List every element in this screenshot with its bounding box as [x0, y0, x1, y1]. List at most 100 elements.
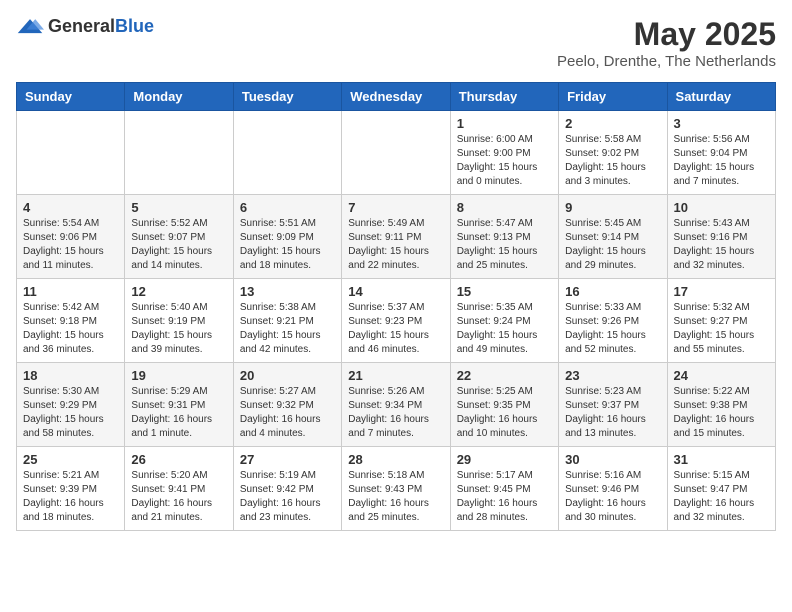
- calendar-cell: 7Sunrise: 5:49 AM Sunset: 9:11 PM Daylig…: [342, 195, 450, 279]
- weekday-header-monday: Monday: [125, 83, 233, 111]
- calendar-cell: 13 Sunrise: 5:38 AM Sunset: 9:21 PM Dayli…: [233, 279, 341, 363]
- day-number: 7: [348, 200, 443, 215]
- calendar-cell: 28 Sunrise: 5:18 AM Sunset: 9:43 PM Dayli…: [342, 447, 450, 531]
- calendar-cell: 17 Sunrise: 5:32 AM Sunset: 9:27 PM Dayli…: [667, 279, 775, 363]
- day-info: Sunrise: 5:29 AM Sunset: 9:31 PM Dayligh…: [131, 385, 226, 441]
- calendar-cell: 29 Sunrise: 5:17 AM Sunset: 9:45 PM Dayli…: [450, 447, 558, 531]
- day-info: Sunrise: 5:27 AM Sunset: 9:32 PM Dayligh…: [240, 385, 335, 441]
- calendar-cell: 21Sunrise: 5:26 AM Sunset: 9:34 PM Dayli…: [342, 363, 450, 447]
- calendar-cell: 2Sunrise: 5:58 AM Sunset: 9:02 PM Daylig…: [559, 111, 667, 195]
- page-header: GeneralBlue May 2025 Peelo, Drenthe, The…: [16, 16, 776, 70]
- calendar-cell: 26 Sunrise: 5:20 AM Sunset: 9:41 PM Dayli…: [125, 447, 233, 531]
- day-number: 24: [674, 368, 769, 383]
- day-number: 14: [348, 284, 443, 299]
- day-info: Sunrise: 5:20 AM Sunset: 9:41 PM Dayligh…: [131, 469, 226, 525]
- week-row-2: 4Sunrise: 5:54 AM Sunset: 9:06 PM Daylig…: [17, 195, 776, 279]
- calendar-cell: 23Sunrise: 5:23 AM Sunset: 9:37 PM Dayli…: [559, 363, 667, 447]
- day-number: 12: [131, 284, 226, 299]
- calendar-cell: 24 Sunrise: 5:22 AM Sunset: 9:38 PM Dayli…: [667, 363, 775, 447]
- day-info: Sunrise: 5:33 AM Sunset: 9:26 PM Dayligh…: [565, 301, 660, 357]
- day-number: 31: [674, 452, 769, 467]
- calendar-cell: 14 Sunrise: 5:37 AM Sunset: 9:23 PM Dayli…: [342, 279, 450, 363]
- calendar-cell: 10Sunrise: 5:43 AM Sunset: 9:16 PM Dayli…: [667, 195, 775, 279]
- day-info: Sunrise: 5:32 AM Sunset: 9:27 PM Dayligh…: [674, 301, 769, 357]
- logo: GeneralBlue: [16, 16, 154, 37]
- calendar-cell: 30Sunrise: 5:16 AM Sunset: 9:46 PM Dayli…: [559, 447, 667, 531]
- day-info: Sunrise: 5:22 AM Sunset: 9:38 PM Dayligh…: [674, 385, 769, 441]
- day-number: 1: [457, 116, 552, 131]
- day-number: 29: [457, 452, 552, 467]
- day-number: 13: [240, 284, 335, 299]
- day-info: Sunrise: 5:51 AM Sunset: 9:09 PM Dayligh…: [240, 217, 335, 273]
- day-number: 26: [131, 452, 226, 467]
- day-info: Sunrise: 5:45 AM Sunset: 9:14 PM Dayligh…: [565, 217, 660, 273]
- day-number: 16: [565, 284, 660, 299]
- day-number: 10: [674, 200, 769, 215]
- day-info: Sunrise: 5:40 AM Sunset: 9:19 PM Dayligh…: [131, 301, 226, 357]
- day-info: Sunrise: 5:21 AM Sunset: 9:39 PM Dayligh…: [23, 469, 118, 525]
- weekday-header-tuesday: Tuesday: [233, 83, 341, 111]
- title-block: May 2025 Peelo, Drenthe, The Netherlands: [557, 16, 776, 70]
- day-info: Sunrise: 5:15 AM Sunset: 9:47 PM Dayligh…: [674, 469, 769, 525]
- calendar-cell: 3 Sunrise: 5:56 AM Sunset: 9:04 PM Daylig…: [667, 111, 775, 195]
- day-number: 20: [240, 368, 335, 383]
- day-info: Sunrise: 5:47 AM Sunset: 9:13 PM Dayligh…: [457, 217, 552, 273]
- calendar-cell: 18 Sunrise: 5:30 AM Sunset: 9:29 PM Dayli…: [17, 363, 125, 447]
- calendar-cell: 4Sunrise: 5:54 AM Sunset: 9:06 PM Daylig…: [17, 195, 125, 279]
- weekday-header-thursday: Thursday: [450, 83, 558, 111]
- calendar-cell: [17, 111, 125, 195]
- day-info: Sunrise: 5:23 AM Sunset: 9:37 PM Dayligh…: [565, 385, 660, 441]
- month-title: May 2025: [557, 16, 776, 53]
- calendar-cell: 16 Sunrise: 5:33 AM Sunset: 9:26 PM Dayli…: [559, 279, 667, 363]
- day-number: 5: [131, 200, 226, 215]
- calendar-cell: [342, 111, 450, 195]
- day-number: 11: [23, 284, 118, 299]
- day-number: 17: [674, 284, 769, 299]
- calendar-cell: 15 Sunrise: 5:35 AM Sunset: 9:24 PM Dayli…: [450, 279, 558, 363]
- calendar-cell: 6 Sunrise: 5:51 AM Sunset: 9:09 PM Daylig…: [233, 195, 341, 279]
- calendar-cell: 22 Sunrise: 5:25 AM Sunset: 9:35 PM Dayli…: [450, 363, 558, 447]
- day-number: 22: [457, 368, 552, 383]
- day-info: Sunrise: 5:18 AM Sunset: 9:43 PM Dayligh…: [348, 469, 443, 525]
- calendar-cell: 31 Sunrise: 5:15 AM Sunset: 9:47 PM Dayli…: [667, 447, 775, 531]
- day-info: Sunrise: 5:25 AM Sunset: 9:35 PM Dayligh…: [457, 385, 552, 441]
- day-info: Sunrise: 5:38 AM Sunset: 9:21 PM Dayligh…: [240, 301, 335, 357]
- day-number: 3: [674, 116, 769, 131]
- calendar-table: SundayMondayTuesdayWednesdayThursdayFrid…: [16, 82, 776, 531]
- calendar-cell: 25 Sunrise: 5:21 AM Sunset: 9:39 PM Dayli…: [17, 447, 125, 531]
- day-number: 8: [457, 200, 552, 215]
- week-row-5: 25 Sunrise: 5:21 AM Sunset: 9:39 PM Dayli…: [17, 447, 776, 531]
- calendar-cell: 27Sunrise: 5:19 AM Sunset: 9:42 PM Dayli…: [233, 447, 341, 531]
- calendar-cell: [125, 111, 233, 195]
- calendar-cell: 8 Sunrise: 5:47 AM Sunset: 9:13 PM Daylig…: [450, 195, 558, 279]
- weekday-header-friday: Friday: [559, 83, 667, 111]
- calendar-cell: 9Sunrise: 5:45 AM Sunset: 9:14 PM Daylig…: [559, 195, 667, 279]
- day-info: Sunrise: 5:37 AM Sunset: 9:23 PM Dayligh…: [348, 301, 443, 357]
- day-info: Sunrise: 5:35 AM Sunset: 9:24 PM Dayligh…: [457, 301, 552, 357]
- calendar-cell: [233, 111, 341, 195]
- week-row-4: 18 Sunrise: 5:30 AM Sunset: 9:29 PM Dayli…: [17, 363, 776, 447]
- week-row-3: 11Sunrise: 5:42 AM Sunset: 9:18 PM Dayli…: [17, 279, 776, 363]
- weekday-header-wednesday: Wednesday: [342, 83, 450, 111]
- day-info: Sunrise: 5:30 AM Sunset: 9:29 PM Dayligh…: [23, 385, 118, 441]
- day-number: 18: [23, 368, 118, 383]
- week-row-1: 1 Sunrise: 6:00 AM Sunset: 9:00 PM Daylig…: [17, 111, 776, 195]
- calendar-cell: 5 Sunrise: 5:52 AM Sunset: 9:07 PM Daylig…: [125, 195, 233, 279]
- weekday-header-sunday: Sunday: [17, 83, 125, 111]
- day-number: 15: [457, 284, 552, 299]
- day-number: 27: [240, 452, 335, 467]
- calendar-cell: 12 Sunrise: 5:40 AM Sunset: 9:19 PM Dayli…: [125, 279, 233, 363]
- day-number: 6: [240, 200, 335, 215]
- day-number: 25: [23, 452, 118, 467]
- day-info: Sunrise: 5:56 AM Sunset: 9:04 PM Dayligh…: [674, 133, 769, 189]
- day-info: Sunrise: 5:26 AM Sunset: 9:34 PM Dayligh…: [348, 385, 443, 441]
- calendar-cell: 19 Sunrise: 5:29 AM Sunset: 9:31 PM Dayli…: [125, 363, 233, 447]
- logo-general-text: General: [48, 16, 115, 36]
- day-number: 19: [131, 368, 226, 383]
- day-info: Sunrise: 5:52 AM Sunset: 9:07 PM Dayligh…: [131, 217, 226, 273]
- day-info: Sunrise: 5:16 AM Sunset: 9:46 PM Dayligh…: [565, 469, 660, 525]
- day-info: Sunrise: 6:00 AM Sunset: 9:00 PM Dayligh…: [457, 133, 552, 189]
- day-info: Sunrise: 5:17 AM Sunset: 9:45 PM Dayligh…: [457, 469, 552, 525]
- calendar-cell: 20 Sunrise: 5:27 AM Sunset: 9:32 PM Dayli…: [233, 363, 341, 447]
- day-number: 28: [348, 452, 443, 467]
